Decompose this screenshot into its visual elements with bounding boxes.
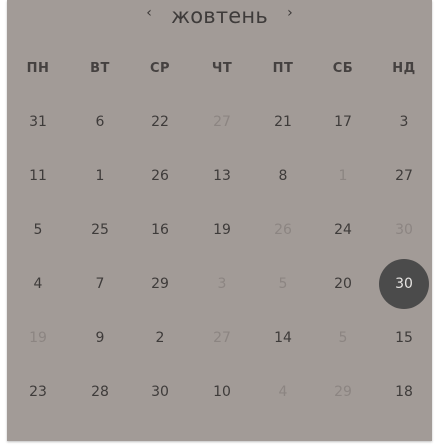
day-cell-selected[interactable]: 30: [379, 259, 429, 309]
day-cell[interactable]: 1: [318, 151, 368, 201]
day-cell[interactable]: 26: [135, 151, 185, 201]
weekday-label: ВТ: [90, 61, 110, 76]
day-cell[interactable]: 30: [379, 205, 429, 255]
day-cell[interactable]: 3: [379, 97, 429, 147]
day-cell[interactable]: 29: [318, 367, 368, 417]
day-cell[interactable]: 24: [318, 205, 368, 255]
day-cell[interactable]: 5: [13, 205, 63, 255]
day-cell[interactable]: 22: [135, 97, 185, 147]
day-cell[interactable]: 5: [258, 259, 308, 309]
day-cell[interactable]: 3: [197, 259, 247, 309]
day-cell[interactable]: 25: [75, 205, 125, 255]
day-cell[interactable]: 14: [258, 313, 308, 363]
day-cell[interactable]: 1: [75, 151, 125, 201]
day-cell[interactable]: 13: [197, 151, 247, 201]
weekday-label: ПТ: [272, 61, 294, 76]
day-cell[interactable]: 4: [258, 367, 308, 417]
day-cell[interactable]: 6: [75, 97, 125, 147]
day-cell[interactable]: 8: [258, 151, 308, 201]
day-cell[interactable]: 26: [258, 205, 308, 255]
day-cell[interactable]: 11: [13, 151, 63, 201]
weekday-label: СР: [149, 61, 171, 76]
prev-month-button[interactable]: ‹: [139, 6, 159, 20]
day-cell[interactable]: 28: [75, 367, 125, 417]
calendar-header: ‹ жовтень ›: [7, 0, 432, 32]
weekday-label: ПН: [26, 61, 50, 76]
calendar-panel: ‹ жовтень › ПН ВТ СР ЧТ ПТ СБ НД 31 6 22 27 21 17 3 1…: [7, 0, 432, 441]
day-cell[interactable]: 17: [318, 97, 368, 147]
day-cell[interactable]: 15: [379, 313, 429, 363]
day-cell[interactable]: 30: [135, 367, 185, 417]
day-cell[interactable]: 4: [13, 259, 63, 309]
day-cell[interactable]: 29: [135, 259, 185, 309]
day-cell[interactable]: 27: [379, 151, 429, 201]
day-cell[interactable]: 21: [258, 97, 308, 147]
day-cell[interactable]: 19: [13, 313, 63, 363]
day-cell[interactable]: 27: [197, 313, 247, 363]
next-month-button[interactable]: ›: [280, 6, 300, 20]
day-cell[interactable]: 10: [197, 367, 247, 417]
day-cell[interactable]: 7: [75, 259, 125, 309]
day-cell[interactable]: 19: [197, 205, 247, 255]
day-cell[interactable]: 23: [13, 367, 63, 417]
day-cell[interactable]: 5: [318, 313, 368, 363]
weekday-label: ЧТ: [211, 61, 233, 76]
weekday-label: НД: [392, 61, 416, 76]
day-cell[interactable]: 20: [318, 259, 368, 309]
day-cell[interactable]: 2: [135, 313, 185, 363]
day-cell[interactable]: 27: [197, 97, 247, 147]
day-cell[interactable]: 31: [13, 97, 63, 147]
day-cell[interactable]: 18: [379, 367, 429, 417]
day-cell[interactable]: 16: [135, 205, 185, 255]
month-title: жовтень: [171, 3, 268, 28]
weekday-label: СБ: [332, 61, 354, 76]
day-cell[interactable]: 9: [75, 313, 125, 363]
